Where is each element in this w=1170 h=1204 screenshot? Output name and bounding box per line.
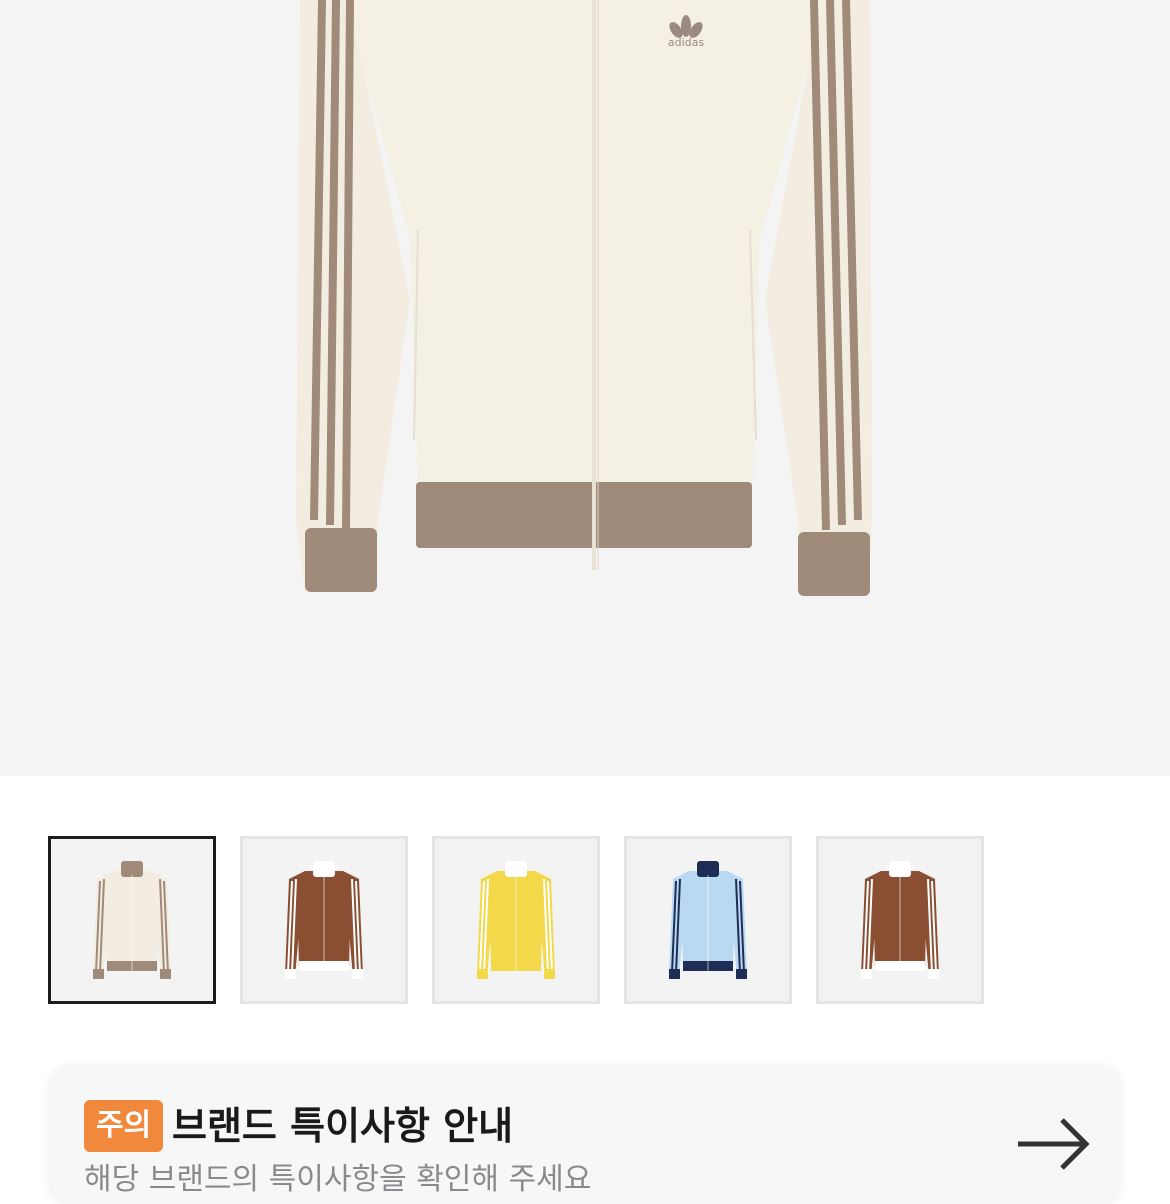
jacket-thumb-icon bbox=[285, 861, 363, 979]
thumbnail-4[interactable] bbox=[624, 836, 792, 1004]
notice-title: 브랜드 특이사항 안내 bbox=[172, 1104, 514, 1148]
thumbnail-1[interactable] bbox=[48, 836, 216, 1004]
jacket-thumb-icon bbox=[93, 861, 171, 979]
product-main-image[interactable]: adidas bbox=[0, 0, 1170, 776]
brand-notice-card[interactable]: 주의 브랜드 특이사항 안내 해당 브랜드의 특이사항을 확인해 주세요 bbox=[48, 1064, 1122, 1204]
jacket-thumb-icon bbox=[861, 861, 939, 979]
jacket-thumb-icon bbox=[669, 861, 747, 979]
arrow-right-icon[interactable] bbox=[1016, 1116, 1092, 1176]
warning-badge: 주의 bbox=[84, 1100, 164, 1152]
thumbnail-strip bbox=[48, 836, 984, 1004]
logo-text: adidas bbox=[668, 36, 705, 49]
notice-subtitle: 해당 브랜드의 특이사항을 확인해 주세요 bbox=[84, 1162, 592, 1197]
jacket-thumb-icon bbox=[477, 861, 555, 979]
thumbnail-3[interactable] bbox=[432, 836, 600, 1004]
jacket-illustration: adidas bbox=[296, 0, 872, 596]
thumbnail-2[interactable] bbox=[240, 836, 408, 1004]
thumbnail-5[interactable] bbox=[816, 836, 984, 1004]
